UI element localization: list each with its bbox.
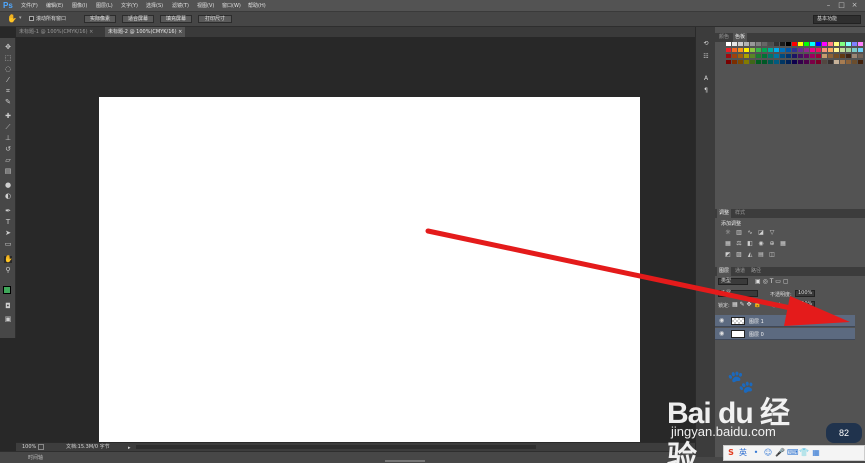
ime-mode[interactable]: 英 bbox=[738, 448, 748, 458]
arrow-head bbox=[784, 296, 850, 326]
ime-toolbar: S 英 • ☺ 🎤 ⌨ 👕 ▦ bbox=[723, 445, 865, 461]
emoji-icon[interactable]: ☺ bbox=[763, 448, 773, 458]
keyboard-icon[interactable]: ⌨ bbox=[787, 448, 799, 458]
punctuation-icon[interactable]: • bbox=[751, 448, 761, 458]
speed-badge: 82 bbox=[826, 423, 862, 443]
watermark-url: jingyan.baidu.com bbox=[671, 424, 776, 439]
arrow-shaft bbox=[425, 228, 803, 313]
skin-icon[interactable]: 👕 bbox=[799, 448, 809, 458]
microphone-icon[interactable]: 🎤 bbox=[775, 448, 785, 458]
menu-grid-icon[interactable]: ▦ bbox=[811, 448, 821, 458]
baidu-watermark: 🐾 Bai du 经验 jingyan.baidu.com bbox=[667, 370, 817, 463]
sogou-logo-icon[interactable]: S bbox=[726, 448, 736, 458]
